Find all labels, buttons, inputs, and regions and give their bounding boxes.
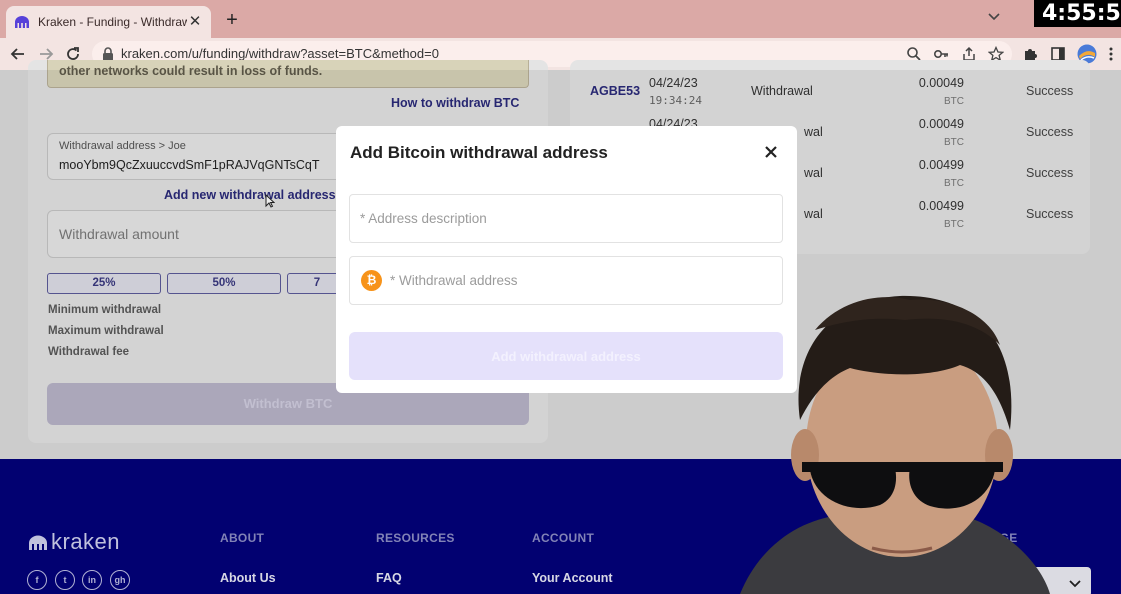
close-icon[interactable]: [762, 143, 780, 161]
bitcoin-icon: ₿: [361, 270, 382, 291]
kraken-favicon-icon: [14, 14, 30, 30]
video-timestamp: 4:55:5: [1034, 0, 1121, 27]
add-withdrawal-address-button[interactable]: Add withdrawal address: [349, 332, 783, 380]
withdrawal-address-field[interactable]: ₿: [349, 256, 783, 305]
withdrawal-address-input[interactable]: [390, 257, 770, 304]
new-tab-icon[interactable]: +: [222, 10, 242, 30]
back-arrow-icon[interactable]: [9, 45, 27, 63]
browser-tab-active[interactable]: Kraken - Funding - Withdraw ✕: [6, 6, 211, 38]
tab-search-chevron-icon[interactable]: [986, 8, 1002, 24]
browser-tabstrip: Kraken - Funding - Withdraw ✕ + 4:55:5: [0, 0, 1121, 38]
url-text: kraken.com/u/funding/withdraw?asset=BTC&…: [121, 46, 439, 61]
lock-icon: [102, 47, 114, 61]
tab-close-icon[interactable]: ✕: [187, 14, 203, 30]
modal-title: Add Bitcoin withdrawal address: [350, 143, 608, 162]
address-description-input[interactable]: [349, 194, 783, 243]
kebab-menu-icon[interactable]: [1108, 46, 1118, 62]
tab-title: Kraken - Funding - Withdraw: [38, 15, 187, 29]
add-address-modal: Add Bitcoin withdrawal address ₿ Add wit…: [336, 126, 797, 393]
